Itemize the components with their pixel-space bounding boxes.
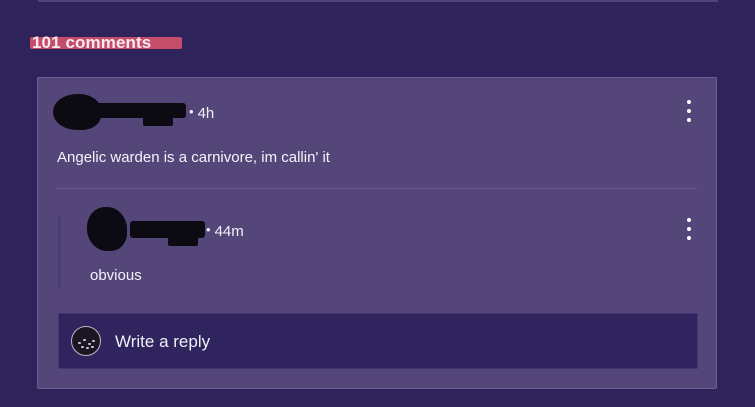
redacted-reply-avatar bbox=[87, 207, 127, 251]
section-divider bbox=[38, 0, 718, 2]
separator-dot: • bbox=[206, 222, 211, 237]
reply-input[interactable]: Write a reply bbox=[58, 313, 698, 369]
comment-divider bbox=[57, 188, 697, 189]
redacted-username-tail bbox=[143, 112, 173, 126]
comments-count-label: 101 comments bbox=[32, 33, 152, 52]
comment-card: • 4h Angelic warden is a carnivore, im ca… bbox=[37, 77, 717, 389]
comment-timestamp: 4h bbox=[197, 105, 215, 122]
comment-menu-icon[interactable] bbox=[684, 100, 694, 122]
reply-placeholder: Write a reply bbox=[115, 332, 211, 351]
reply-text: obvious bbox=[90, 267, 142, 284]
comment-text: Angelic warden is a carnivore, im callin… bbox=[57, 149, 330, 166]
thread-line bbox=[58, 216, 61, 288]
reply-menu-icon[interactable] bbox=[684, 218, 694, 240]
reply-meta: • 44m bbox=[206, 222, 244, 240]
reply-timestamp: 44m bbox=[214, 223, 244, 240]
user-avatar bbox=[71, 326, 101, 356]
redacted-reply-username-tail bbox=[168, 234, 198, 246]
comments-count-heading: 101 comments bbox=[30, 33, 182, 53]
comment-meta: • 4h bbox=[189, 104, 214, 122]
separator-dot: • bbox=[189, 104, 194, 119]
